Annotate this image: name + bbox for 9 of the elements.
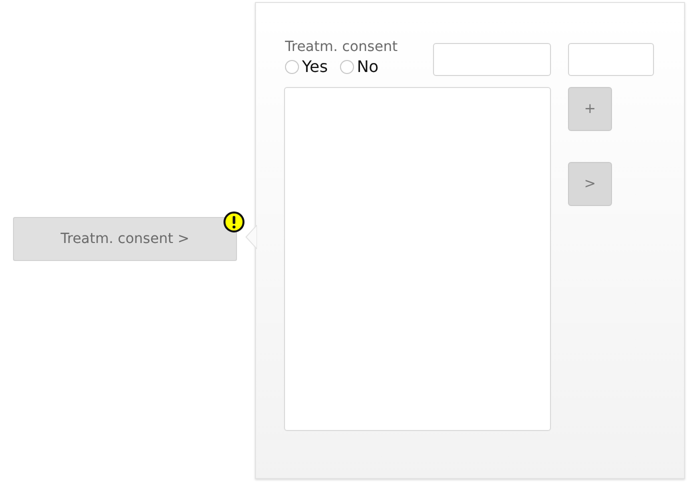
move-button[interactable]: > [568, 162, 612, 206]
consent-button[interactable]: Treatm. consent > [13, 217, 237, 261]
radio-option[interactable]: Yes [285, 57, 328, 76]
list-box[interactable] [284, 87, 551, 431]
text-field[interactable] [433, 43, 551, 76]
add-button[interactable]: + [568, 87, 612, 131]
text-field[interactable] [568, 43, 654, 76]
field-label: Treatm. consent [285, 39, 398, 55]
radio-option[interactable]: No [340, 57, 379, 76]
